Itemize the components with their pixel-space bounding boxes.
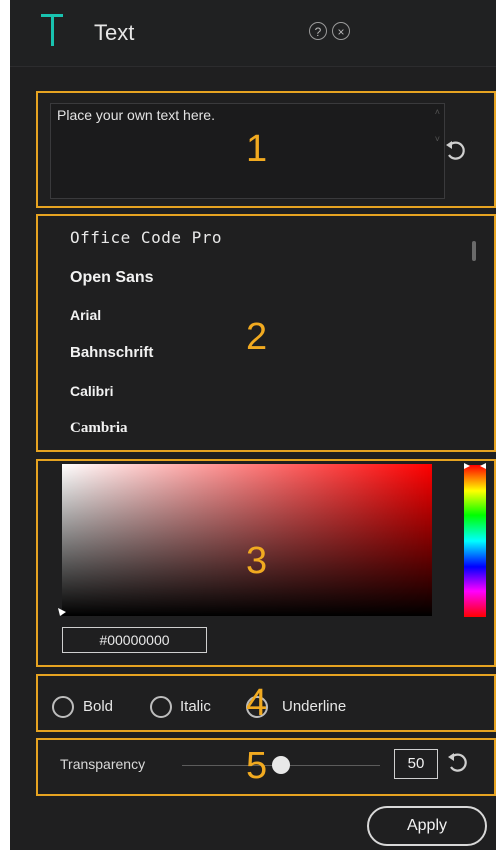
font-item-calibri[interactable]: Calibri	[70, 383, 114, 399]
transparency-value-input[interactable]: 50	[394, 749, 438, 779]
help-icon[interactable]: ?	[309, 22, 327, 40]
bold-label: Bold	[83, 698, 114, 715]
transparency-label: Transparency	[60, 756, 146, 772]
callout-3: 3	[246, 540, 268, 582]
reset-transparency-icon[interactable]	[446, 752, 468, 774]
panel-title: Text	[94, 20, 135, 45]
transparency-slider-thumb[interactable]	[272, 756, 290, 774]
italic-radio[interactable]	[150, 696, 172, 718]
font-item-arial[interactable]: Arial	[70, 307, 101, 323]
underline-label: Underline	[282, 698, 347, 715]
hue-slider-marker[interactable]	[464, 463, 486, 469]
callout-5: 5	[246, 745, 268, 787]
font-list[interactable]: Office Code Pro Open Sans Arial Bahnschr…	[50, 218, 486, 446]
text-tool-icon	[41, 14, 63, 46]
panel-titlebar: Text ? ×	[10, 0, 496, 67]
callout-2: 2	[246, 316, 268, 358]
font-list-scrollbar-thumb[interactable]	[472, 241, 476, 261]
hex-color-input[interactable]: #00000000	[62, 627, 207, 653]
apply-button[interactable]: Apply	[367, 806, 487, 846]
callout-1: 1	[246, 128, 268, 170]
font-item-office-code-pro[interactable]: Office Code Pro	[70, 228, 222, 247]
color-picker-marker[interactable]	[58, 608, 66, 616]
text-input-value: Place your own text here.	[57, 107, 215, 123]
bold-radio[interactable]	[52, 696, 74, 718]
font-item-bahnschrift[interactable]: Bahnschrift	[70, 344, 153, 361]
close-icon[interactable]: ×	[332, 22, 350, 40]
italic-label: Italic	[180, 698, 211, 715]
callout-4: 4	[246, 682, 268, 724]
textarea-scroll-arrows[interactable]: ˄ ˅	[435, 108, 440, 144]
hue-slider[interactable]	[464, 465, 486, 617]
font-item-open-sans[interactable]: Open Sans	[70, 269, 154, 287]
reset-text-icon[interactable]	[444, 140, 466, 162]
font-item-cambria[interactable]: Cambria	[70, 420, 128, 437]
text-panel: Text ? × Place your own text here. ˄ ˅ 1 …	[10, 0, 496, 850]
